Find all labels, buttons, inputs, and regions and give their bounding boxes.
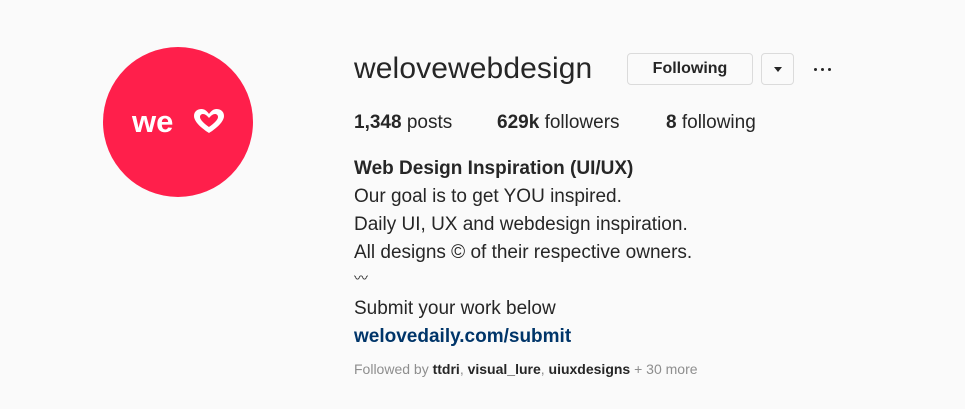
chevron-down-icon [773,66,782,72]
bio-line: All designs © of their respective owners… [354,242,693,263]
username: welovewebdesign [354,52,593,85]
more-options-button[interactable] [809,55,835,83]
brand-logo: we [131,104,224,139]
following-count: 8 [666,112,677,133]
posts-count: 1,348 [354,112,402,133]
followed-by-prefix: Followed by [354,361,429,377]
bio-line: Our goal is to get YOU inspired. [354,186,622,207]
suggestions-dropdown-button[interactable] [761,53,794,85]
heart-icon [194,109,224,133]
bio-line: Submit your work below [354,298,556,319]
followers-label: followers [544,112,620,133]
followers-count: 629k [497,112,540,133]
followed-by[interactable]: Followed by ttdri, visual_lure, uiuxdesi… [354,361,698,377]
profile-name: Web Design Inspiration (UI/UX) [354,158,634,179]
follower-username[interactable]: uiuxdesigns [549,361,631,377]
followed-by-more[interactable]: + 30 more [634,361,697,377]
following-stat[interactable]: 8 following [666,112,756,134]
ellipsis-icon [812,67,833,71]
follower-username[interactable]: visual_lure [468,361,541,377]
avatar-text: we [131,104,173,139]
posts-label: posts [406,112,453,133]
followers-stat[interactable]: 629k followers [497,112,620,134]
posts-stat: 1,348 posts [354,112,452,134]
website-link[interactable]: welovedaily.com/submit [354,326,571,347]
bio: Web Design Inspiration (UI/UX) Our goal … [354,155,692,351]
following-label: following [681,112,756,133]
avatar[interactable]: we [103,47,253,197]
follower-username[interactable]: ttdri [433,361,460,377]
following-button[interactable]: Following [627,53,753,85]
bio-line: Daily UI, UX and webdesign inspiration. [354,214,688,235]
wave-divider: 〰 [354,270,368,286]
